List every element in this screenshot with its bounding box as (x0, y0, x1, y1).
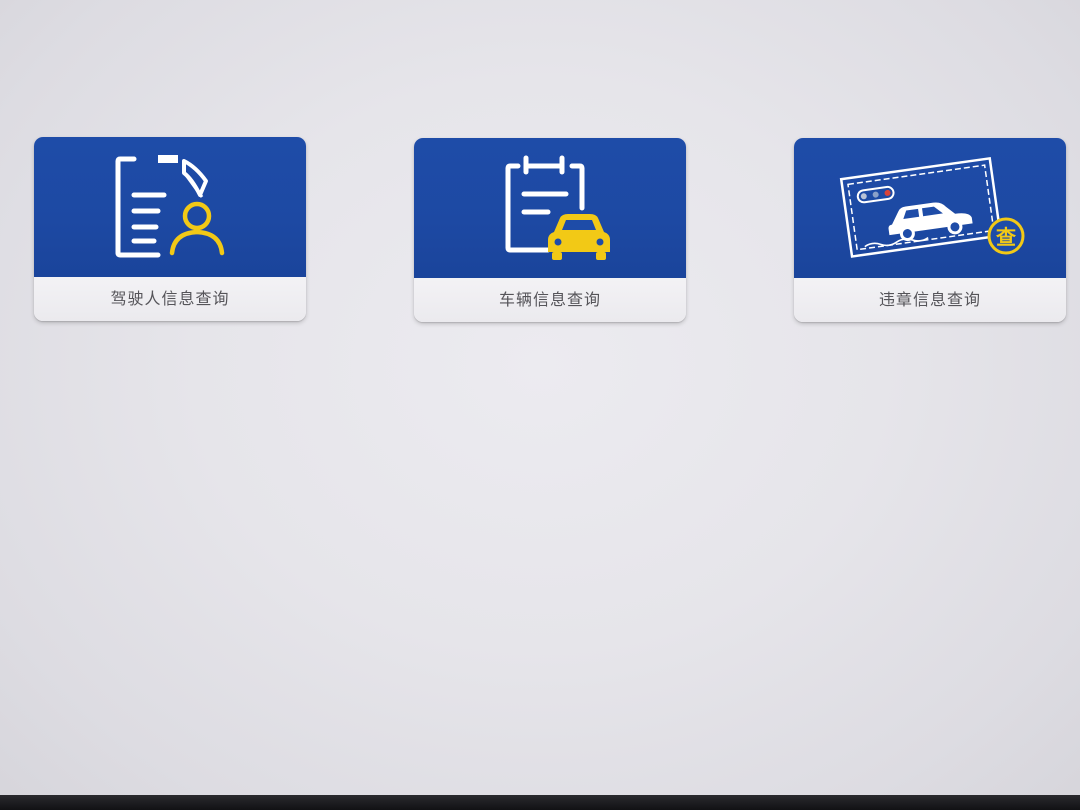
query-menu-screen: 驾驶人信息查询 车辆信息查询 查 违章信息查询 (0, 0, 1080, 795)
card-icon-area (34, 137, 306, 277)
card-label: 驾驶人信息查询 (34, 277, 306, 321)
card-icon-area (414, 138, 686, 278)
driver-document-icon (115, 155, 225, 258)
violation-ticket-icon: 查 (839, 156, 1025, 258)
vehicle-info-query-button[interactable]: 车辆信息查询 (414, 138, 686, 322)
monitor-bezel (0, 795, 1080, 810)
driver-info-query-button[interactable]: 驾驶人信息查询 (34, 137, 306, 321)
card-icon-area: 查 (794, 138, 1066, 278)
violation-info-query-button[interactable]: 查 违章信息查询 (794, 138, 1066, 322)
violation-badge-text: 查 (996, 225, 1016, 249)
card-label: 违章信息查询 (794, 278, 1066, 322)
vehicle-clipboard-icon (505, 155, 610, 260)
card-label: 车辆信息查询 (414, 278, 686, 322)
